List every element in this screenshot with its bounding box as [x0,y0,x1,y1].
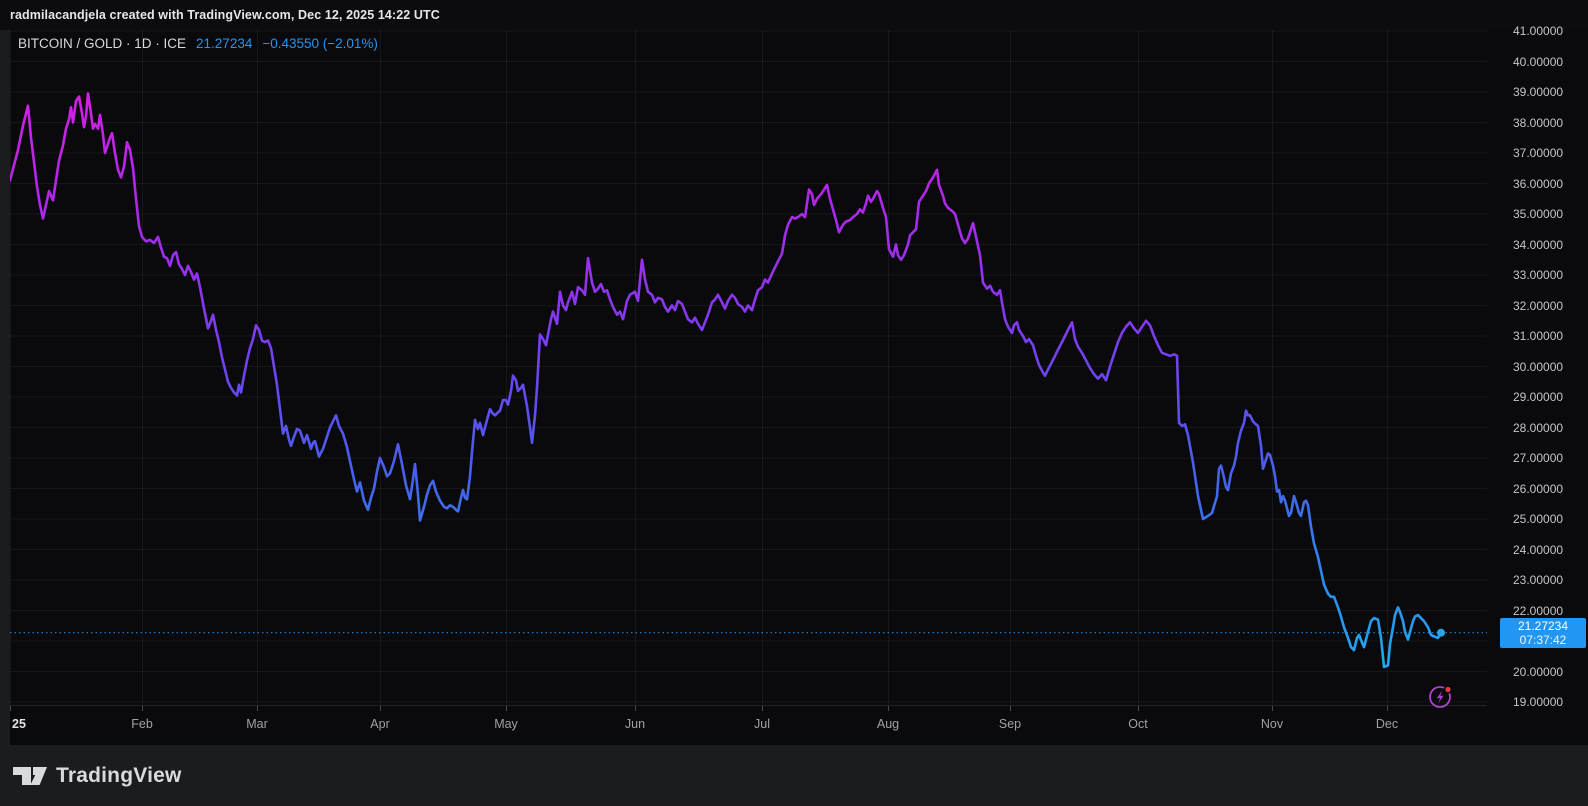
time-axis-tick [257,706,258,711]
chart-widget: BITCOIN / GOLD · 1D · ICE 21.27234 −0.43… [10,24,1588,745]
time-axis-tick [1010,706,1011,711]
price-axis-label: 33.00000 [1513,268,1564,282]
chart-legend: BITCOIN / GOLD · 1D · ICE 21.27234 −0.43… [18,36,378,51]
price-axis-label: 23.00000 [1513,573,1564,587]
price-axis-label: 37.00000 [1513,146,1564,160]
price-axis-label: 28.00000 [1513,420,1564,435]
time-axis-label: May [494,717,518,731]
time-axis-tick [888,706,889,711]
time-axis-tick [10,706,11,711]
time-axis-tick [1138,706,1139,711]
current-price-value: 21.27234 [1517,618,1569,633]
price-axis-label: 19.00000 [1513,695,1564,709]
attribution-bar: radmilacandjela created with TradingView… [0,0,1588,30]
current-price-label[interactable]: 21.27234 07:37:42 [1500,617,1586,648]
price-axis-label: 22.00000 [1513,603,1564,618]
time-axis-label: Jun [624,717,646,731]
price-axis-label: 20.00000 [1513,664,1564,679]
notification-dot [1443,685,1453,694]
price-axis-label: 26.00000 [1513,481,1564,496]
time-axis-tick [380,706,381,711]
price-axis-label: 41.00000 [1513,24,1564,38]
time-axis-label: Sep [998,717,1022,731]
price-axis-label: 32.00000 [1513,298,1564,313]
price-axis-label: 27.00000 [1513,451,1564,465]
time-axis-tick [635,706,636,711]
price-axis-label: 31.00000 [1513,329,1564,343]
price-axis-label: 34.00000 [1513,237,1564,252]
price-axis-label: 24.00000 [1513,542,1564,557]
tradingview-brand-text[interactable]: TradingView [56,764,182,788]
last-price: 21.27234 [196,36,253,51]
tradingview-logo-mark[interactable] [13,766,47,785]
price-change: −0.43550 (−2.01%) [262,36,378,51]
price-axis-label: 39.00000 [1513,85,1564,99]
lightning-button[interactable] [1428,683,1454,709]
time-axis-label: Apr [370,717,390,731]
price-axis-label: 38.00000 [1513,115,1564,130]
bar-countdown: 07:37:42 [1519,632,1567,647]
time-axis-tick [1272,706,1273,711]
price-axis-label: 35.00000 [1513,207,1564,221]
price-axis-label: 25.00000 [1513,512,1564,526]
time-axis-tick [762,706,763,711]
time-axis-tick [506,706,507,711]
price-axis-label: 29.00000 [1513,390,1564,404]
time-axis-label: Feb [131,717,153,731]
price-chart[interactable] [10,30,1487,705]
time-axis-tick [1387,706,1388,711]
time-axis-label: 25 [12,717,26,731]
attribution-text: radmilacandjela created with TradingView… [10,8,440,22]
footer-bar: TradingView [0,745,1588,806]
price-axis-label: 40.00000 [1513,54,1564,69]
price-axis-label: 36.00000 [1513,176,1564,191]
time-axis[interactable]: 25 Feb Mar Apr May Jun Jul Aug Sep Oct Nov Dec [10,705,1487,745]
price-axis-label: 30.00000 [1513,359,1564,374]
time-axis-label: Mar [246,717,268,731]
time-axis-label: Dec [1375,717,1399,731]
time-axis-label: Nov [1260,717,1284,731]
time-axis-tick [142,706,143,711]
price-axis[interactable]: 41.00000 40.00000 39.00000 38.00000 37.00000… [1487,24,1588,709]
time-axis-label: Aug [876,717,900,731]
plot-svg [10,30,1487,705]
time-axis-label: Oct [1128,717,1148,731]
time-axis-label: Jul [754,717,770,731]
symbol-title: BITCOIN / GOLD · 1D · ICE [18,36,187,51]
